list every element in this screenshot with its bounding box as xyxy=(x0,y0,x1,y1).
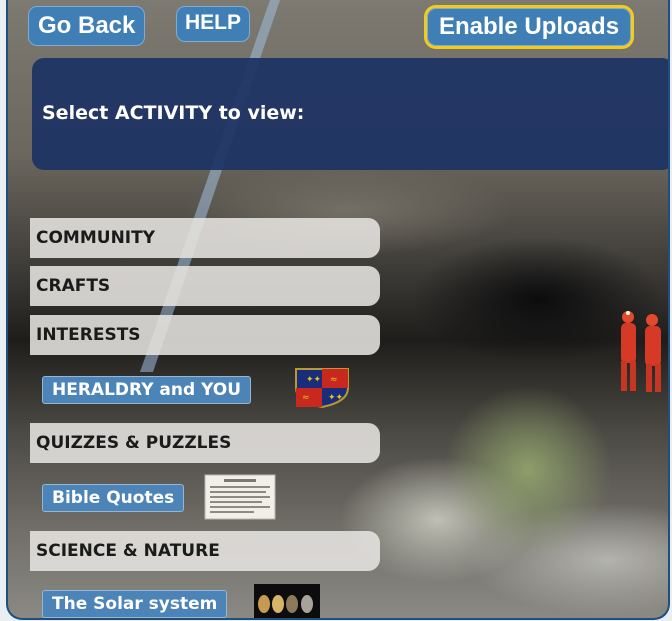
help-button[interactable]: HELP xyxy=(176,6,251,42)
go-back-button[interactable]: Go Back xyxy=(28,6,146,46)
svg-text:✦✦: ✦✦ xyxy=(306,375,322,385)
cavers-figures xyxy=(621,311,661,392)
category-quizzes-puzzles[interactable]: QUIZZES & PUZZLES xyxy=(30,423,380,463)
svg-text:≈: ≈ xyxy=(330,375,338,385)
activity-solar-system-button[interactable]: The Solar system xyxy=(42,590,228,618)
svg-text:✦✦: ✦✦ xyxy=(328,393,344,403)
app-frame: Select ACTIVITY to view: COMMUNITY CRAFT… xyxy=(6,0,670,620)
enable-uploads-button[interactable]: Enable Uploads xyxy=(424,5,635,49)
activity-prompt: Select ACTIVITY to view: xyxy=(42,102,305,124)
category-community[interactable]: COMMUNITY xyxy=(30,218,380,258)
planets-thumbnail[interactable] xyxy=(254,584,320,620)
activity-heraldry-button[interactable]: HERALDRY and YOU xyxy=(42,376,252,404)
heraldry-shield-icon[interactable]: ✦✦ ≈ ≈ ✦✦ xyxy=(290,366,354,408)
activity-panel: Select ACTIVITY to view: xyxy=(32,58,668,170)
svg-text:≈: ≈ xyxy=(302,393,310,403)
category-science-nature[interactable]: SCIENCE & NATURE xyxy=(30,531,380,571)
document-thumbnail[interactable] xyxy=(204,474,276,520)
activity-bible-quotes-button[interactable]: Bible Quotes xyxy=(42,484,185,512)
category-crafts[interactable]: CRAFTS xyxy=(30,266,380,306)
category-interests[interactable]: INTERESTS xyxy=(30,315,380,355)
